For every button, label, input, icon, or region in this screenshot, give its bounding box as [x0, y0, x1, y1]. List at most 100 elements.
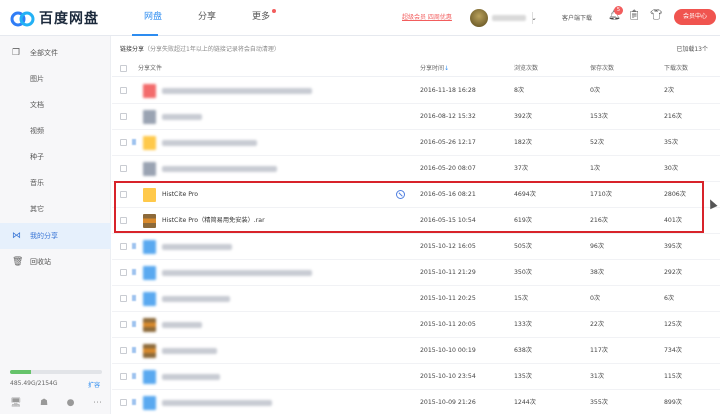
cancel-share-icon[interactable]	[396, 190, 405, 199]
shirt-icon[interactable]: 👕︎	[650, 10, 663, 21]
cell-time: 2015-10-10 23:54	[420, 373, 476, 380]
cell-views: 37次	[514, 165, 529, 172]
table-row[interactable]: 2016-11-18 16:28 8次 0次 2次	[112, 78, 720, 104]
select-all-checkbox[interactable]	[120, 65, 127, 72]
file-name-blurred[interactable]	[162, 374, 220, 380]
folder-icon	[143, 136, 156, 150]
expand-arrow-icon[interactable]	[132, 139, 136, 145]
cell-views: 350次	[514, 269, 532, 276]
row-checkbox[interactable]	[120, 269, 127, 276]
table-row[interactable]: 2015-10-10 23:54 135次 31次 115次	[112, 364, 720, 390]
row-checkbox[interactable]	[120, 399, 127, 406]
sidebar-item-other[interactable]: 其它	[0, 196, 111, 222]
col-share-time[interactable]: 分享时间↓	[420, 61, 449, 77]
cell-saves: 216次	[590, 217, 608, 224]
file-name-blurred[interactable]	[162, 296, 230, 302]
expand-arrow-icon[interactable]	[132, 321, 136, 327]
col-share-file[interactable]: 分享文件	[138, 61, 162, 77]
cell-views: 4694次	[514, 191, 536, 198]
cell-downloads: 899次	[664, 399, 682, 406]
col-downloads[interactable]: 下载次数	[664, 61, 688, 77]
nav-tab-share[interactable]: 分享	[180, 0, 234, 36]
promo-link[interactable]: 超级会员 四周优惠	[402, 12, 452, 21]
cell-saves: 0次	[590, 87, 601, 94]
logo[interactable]: 百度网盘	[10, 8, 99, 28]
apple-icon[interactable]: ●	[67, 398, 75, 408]
file-name[interactable]: HistCite Pro（精简易用免安装）.rar	[162, 208, 265, 234]
expand-arrow-icon[interactable]	[132, 295, 136, 301]
file-icon	[143, 162, 156, 176]
file-name-blurred[interactable]	[162, 348, 217, 354]
sidebar-item-docs[interactable]: 文档	[0, 92, 111, 118]
more-icon[interactable]: ⋯	[93, 398, 102, 408]
table-row[interactable]: 2015-10-10 00:19 638次 117次 734次	[112, 338, 720, 364]
table-row[interactable]: 2016-05-20 08:07 37次 1次 30次	[112, 156, 720, 182]
expand-arrow-icon[interactable]	[132, 373, 136, 379]
sidebar-item-my-shares[interactable]: ⋈ 我的分享	[0, 223, 111, 249]
sidebar-item-video[interactable]: 视频	[0, 118, 111, 144]
file-name-blurred[interactable]	[162, 114, 202, 120]
sidebar-item-all-files[interactable]: ❐ 全部文件	[0, 40, 111, 66]
table-row[interactable]: 2015-10-09 21:26 1244次 355次 899次	[112, 390, 720, 414]
file-name-blurred[interactable]	[162, 244, 232, 250]
sidebar-item-recycle-bin[interactable]: 🗑︎ 回收站	[0, 249, 111, 275]
cleanup-note: （分享失败超过1年以上的链接记录将会自动清理）	[144, 46, 280, 53]
file-name-blurred[interactable]	[162, 400, 272, 406]
expand-arrow-icon[interactable]	[132, 269, 136, 275]
expand-arrow-icon[interactable]	[132, 243, 136, 249]
cell-saves: 31次	[590, 373, 605, 380]
file-name-blurred[interactable]	[162, 88, 312, 94]
storage-quota-bar	[10, 370, 102, 374]
cell-time: 2015-10-10 00:19	[420, 347, 476, 354]
row-checkbox[interactable]	[120, 217, 127, 224]
row-checkbox[interactable]	[120, 191, 127, 198]
file-name-blurred[interactable]	[162, 270, 312, 276]
table-row[interactable]: 2015-10-11 20:05 133次 22次 125次	[112, 312, 720, 338]
row-checkbox[interactable]	[120, 113, 127, 120]
table-row[interactable]: 2016-05-26 12:17 182次 52次 35次	[112, 130, 720, 156]
cell-time: 2016-05-26 12:17	[420, 139, 476, 146]
page-title: 链接分享	[120, 46, 145, 53]
user-menu[interactable]: ⌄	[470, 9, 537, 27]
row-checkbox[interactable]	[120, 139, 127, 146]
row-checkbox[interactable]	[120, 347, 127, 354]
row-checkbox[interactable]	[120, 243, 127, 250]
sidebar-item-label: 其它	[30, 205, 44, 213]
row-checkbox[interactable]	[120, 165, 127, 172]
file-name-blurred[interactable]	[162, 140, 257, 146]
logo-text: 百度网盘	[39, 11, 99, 27]
android-icon[interactable]: ☗	[40, 398, 48, 408]
file-name[interactable]: HistCite Pro	[162, 182, 198, 208]
row-checkbox[interactable]	[120, 373, 127, 380]
cloud-logo-icon	[10, 8, 36, 28]
nav-tab-more[interactable]: 更多	[234, 0, 288, 36]
cell-saves: 355次	[590, 399, 608, 406]
table-row[interactable]: HistCite Pro 2016-05-16 08:21 4694次 1710次 28…	[112, 182, 720, 208]
table-row[interactable]: 2016-08-12 15:32 392次 153次 216次	[112, 104, 720, 130]
nav-tab-label: 网盘	[143, 12, 162, 22]
expand-storage-link[interactable]: 扩容	[88, 380, 100, 389]
clipboard-icon[interactable]: 📋︎	[628, 10, 641, 21]
row-checkbox[interactable]	[120, 87, 127, 94]
desktop-icon[interactable]: 🖥︎	[10, 398, 21, 408]
file-name-blurred[interactable]	[162, 166, 277, 172]
table-row[interactable]: 2015-10-11 20:25 15次 0次 6次	[112, 286, 720, 312]
nav-tab-netdisk[interactable]: 网盘	[126, 0, 180, 36]
sidebar-item-music[interactable]: 音乐	[0, 170, 111, 196]
col-views[interactable]: 浏览次数	[514, 61, 538, 77]
col-saves[interactable]: 保存次数	[590, 61, 614, 77]
file-copy-icon: ❐	[12, 48, 21, 58]
expand-arrow-icon[interactable]	[132, 347, 136, 353]
file-name-blurred[interactable]	[162, 322, 202, 328]
table-row[interactable]: 2015-10-12 16:05 505次 96次 395次	[112, 234, 720, 260]
sidebar-item-torrents[interactable]: 种子	[0, 144, 111, 170]
row-checkbox[interactable]	[120, 321, 127, 328]
sidebar-item-images[interactable]: 图片	[0, 66, 111, 92]
expand-arrow-icon[interactable]	[132, 399, 136, 405]
table-row[interactable]: 2015-10-11 21:29 350次 38次 292次	[112, 260, 720, 286]
client-download-link[interactable]: 客户端下载	[562, 13, 592, 22]
row-checkbox[interactable]	[120, 295, 127, 302]
cell-downloads: 395次	[664, 243, 682, 250]
vip-center-button[interactable]: 会员中心	[674, 9, 716, 25]
table-row[interactable]: HistCite Pro（精简易用免安装）.rar 2016-05-15 10:5…	[112, 208, 720, 234]
